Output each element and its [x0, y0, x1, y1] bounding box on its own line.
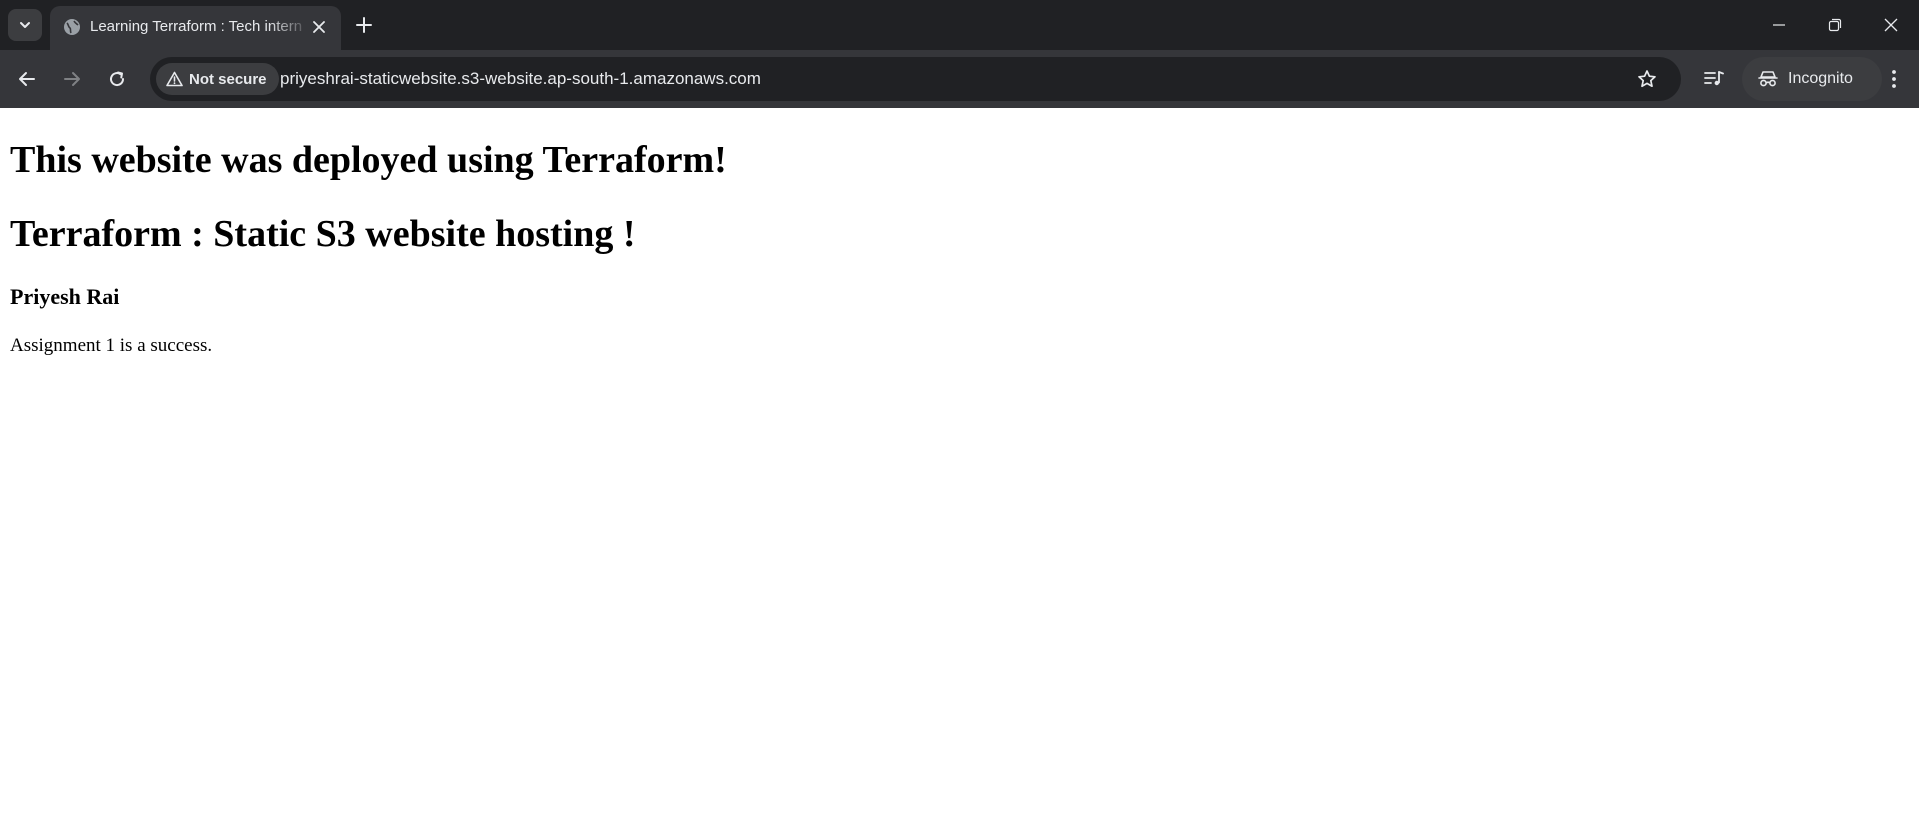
browser-menu-button[interactable]	[1878, 63, 1910, 95]
author-name: Priyesh Rai	[10, 284, 120, 309]
forward-button[interactable]	[56, 63, 88, 95]
more-vertical-icon	[1891, 69, 1897, 89]
security-chip[interactable]: Not secure	[156, 63, 279, 95]
queue-music-icon	[1704, 70, 1724, 88]
plus-icon	[356, 17, 372, 33]
minimize-button[interactable]	[1751, 0, 1807, 50]
tab-strip: Learning Terraform : Tech intern	[0, 0, 1919, 50]
restore-button[interactable]	[1807, 0, 1863, 50]
star-icon	[1637, 69, 1657, 89]
minimize-icon	[1772, 18, 1786, 32]
close-icon[interactable]	[308, 16, 330, 38]
media-controls-button[interactable]	[1698, 63, 1730, 95]
arrow-left-icon	[18, 70, 36, 88]
reload-button[interactable]	[101, 63, 133, 95]
page-content: This website was deployed using Terrafor…	[0, 108, 1919, 821]
chevron-down-icon	[18, 18, 32, 32]
browser-toolbar: Not secure priyeshrai-staticwebsite.s3-w…	[0, 50, 1919, 108]
page-heading-deployed: This website was deployed using Terrafor…	[10, 139, 727, 181]
warning-icon	[166, 71, 183, 87]
tab-active[interactable]: Learning Terraform : Tech intern	[50, 6, 341, 50]
incognito-icon	[1758, 70, 1778, 88]
globe-icon	[62, 17, 82, 37]
page-heading-hosting: Terraform : Static S3 website hosting !	[10, 213, 636, 255]
security-label: Not secure	[189, 70, 267, 88]
success-message: Assignment 1 is a success.	[10, 335, 213, 356]
window-close-button[interactable]	[1863, 0, 1919, 50]
reload-icon	[108, 70, 126, 88]
restore-icon	[1828, 18, 1842, 32]
url-text[interactable]: priyeshrai-staticwebsite.s3-website.ap-s…	[280, 69, 761, 89]
incognito-label: Incognito	[1788, 70, 1853, 87]
bookmark-button[interactable]	[1633, 65, 1661, 93]
close-icon	[1884, 18, 1898, 32]
browser-window: Learning Terraform : Tech intern Not sec…	[0, 0, 1919, 821]
new-tab-button[interactable]	[350, 11, 378, 39]
address-bar[interactable]: Not secure priyeshrai-staticwebsite.s3-w…	[150, 57, 1681, 101]
tab-title: Learning Terraform : Tech intern	[90, 18, 303, 35]
incognito-profile-button[interactable]: Incognito	[1742, 57, 1882, 101]
arrow-right-icon	[63, 70, 81, 88]
tab-search-button[interactable]	[8, 9, 42, 41]
back-button[interactable]	[11, 63, 43, 95]
